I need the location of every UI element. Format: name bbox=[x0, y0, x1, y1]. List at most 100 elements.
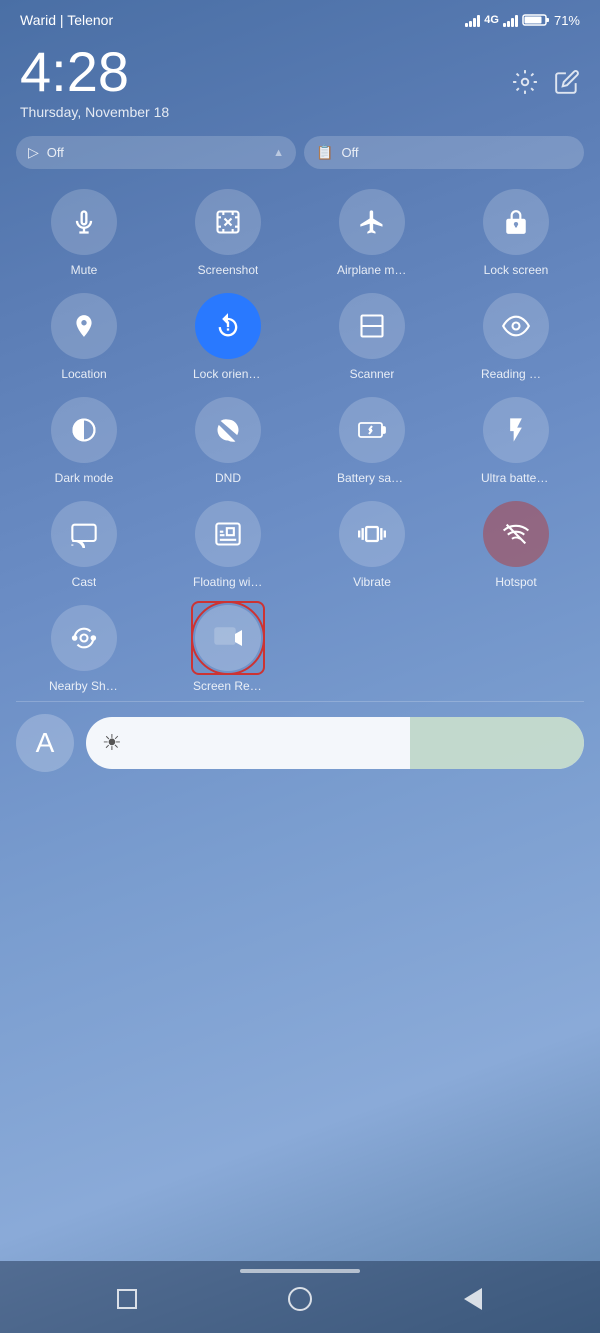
scanner-button[interactable] bbox=[339, 293, 405, 359]
grid-item-readingmode: Reading mode bbox=[448, 293, 584, 381]
bar8 bbox=[515, 15, 518, 27]
scanner-icon bbox=[358, 312, 386, 340]
grid-item-hotspot: Hotspot bbox=[448, 501, 584, 589]
clock-time: 4:28 bbox=[20, 44, 169, 100]
battery-saver-icon bbox=[358, 421, 386, 439]
grid-item-batterysaver: Battery saver bbox=[304, 397, 440, 485]
eye-icon bbox=[502, 312, 530, 340]
grid-item-nearbyshare: Nearby Share bbox=[16, 605, 152, 693]
bar3 bbox=[473, 18, 476, 27]
bar7 bbox=[511, 18, 514, 27]
ultrabattery-label: Ultra battery s bbox=[481, 471, 551, 485]
ultrabattery-button[interactable] bbox=[483, 397, 549, 463]
lightning-icon bbox=[502, 416, 530, 444]
user-avatar[interactable]: A bbox=[16, 714, 74, 772]
lockorientation-label: Lock orientati bbox=[193, 367, 263, 381]
cast-button[interactable] bbox=[51, 501, 117, 567]
bar4 bbox=[477, 15, 480, 27]
grid-item-mute: Mute bbox=[16, 189, 152, 277]
batterysaver-label: Battery saver bbox=[337, 471, 407, 485]
airplane-label: Airplane mode bbox=[337, 263, 407, 277]
dnd-icon bbox=[214, 416, 242, 444]
avatar-letter: A bbox=[36, 727, 55, 759]
grid-item-lockorientation: Lock orientati bbox=[160, 293, 296, 381]
vibrate-icon bbox=[358, 520, 386, 548]
darkmode-button[interactable] bbox=[51, 397, 117, 463]
readingmode-button[interactable] bbox=[483, 293, 549, 359]
brightness-slider[interactable]: ☀ bbox=[86, 717, 584, 769]
clock-right-icons bbox=[512, 69, 580, 95]
mute-label: Mute bbox=[71, 263, 98, 277]
screenshot-button[interactable] bbox=[195, 189, 261, 255]
quick-pill-2[interactable]: 📋 Off bbox=[304, 136, 584, 169]
clock-info: 4:28 Thursday, November 18 bbox=[20, 44, 169, 120]
home-indicator bbox=[240, 1269, 360, 1273]
nav-recents-button[interactable] bbox=[113, 1285, 141, 1313]
lockorientation-button[interactable] bbox=[195, 293, 261, 359]
dnd-label: DND bbox=[215, 471, 241, 485]
recents-square-icon bbox=[117, 1289, 137, 1309]
mute-button[interactable] bbox=[51, 189, 117, 255]
darkmode-label: Dark mode bbox=[55, 471, 114, 485]
quick-pill-1-icon: ▷ bbox=[28, 144, 39, 161]
vibrate-button[interactable] bbox=[339, 501, 405, 567]
grid-item-screenrecord: Screen Recor bbox=[160, 605, 296, 693]
quick-pill-2-icon: 📋 bbox=[316, 144, 333, 161]
readingmode-label: Reading mode bbox=[481, 367, 551, 381]
edit-icon[interactable] bbox=[554, 69, 580, 95]
floating-button[interactable] bbox=[195, 501, 261, 567]
floating-window-icon bbox=[214, 520, 242, 548]
grid-item-location: Location bbox=[16, 293, 152, 381]
bottom-section: A ☀ bbox=[0, 702, 600, 780]
home-circle-icon bbox=[288, 1287, 312, 1311]
dnd-button[interactable] bbox=[195, 397, 261, 463]
clock-date: Thursday, November 18 bbox=[20, 104, 169, 120]
screen-record-icon bbox=[214, 627, 242, 649]
brightness-fill bbox=[410, 717, 584, 769]
cast-icon bbox=[70, 520, 98, 548]
battery-icon bbox=[522, 13, 550, 27]
grid-item-floating: Floating windo bbox=[160, 501, 296, 589]
screenshot-label: Screenshot bbox=[198, 263, 259, 277]
settings-icon[interactable] bbox=[512, 69, 538, 95]
signal-bars-2 bbox=[503, 13, 518, 27]
grid-item-screenshot: Screenshot bbox=[160, 189, 296, 277]
status-icons: 4G 71% bbox=[465, 13, 580, 28]
lockscreen-button[interactable] bbox=[483, 189, 549, 255]
darkmode-icon bbox=[70, 416, 98, 444]
back-triangle-icon bbox=[464, 1288, 482, 1310]
nav-bar bbox=[0, 1261, 600, 1333]
bar1 bbox=[465, 23, 468, 27]
lock-icon bbox=[503, 209, 529, 235]
carrier-text: Warid | Telenor bbox=[20, 12, 113, 28]
quick-pill-2-label: Off bbox=[341, 145, 358, 160]
quick-pill-1[interactable]: ▷ Off ▲ bbox=[16, 136, 296, 169]
airplane-button[interactable] bbox=[339, 189, 405, 255]
grid-item-vibrate: Vibrate bbox=[304, 501, 440, 589]
location-icon bbox=[71, 313, 97, 339]
lockscreen-label: Lock screen bbox=[484, 263, 549, 277]
batterysaver-button[interactable] bbox=[339, 397, 405, 463]
grid-item-airplane: Airplane mode bbox=[304, 189, 440, 277]
signal-bars-1 bbox=[465, 13, 480, 27]
grid-item-darkmode: Dark mode bbox=[16, 397, 152, 485]
grid-item-cast: Cast bbox=[16, 501, 152, 589]
hotspot-label: Hotspot bbox=[495, 575, 536, 589]
grid-item-dnd: DND bbox=[160, 397, 296, 485]
screenrecord-button[interactable] bbox=[195, 605, 261, 671]
nav-home-button[interactable] bbox=[286, 1285, 314, 1313]
quick-settings-grid: Mute Screenshot Airplane mode Lock scree… bbox=[0, 181, 600, 701]
hotspot-button[interactable] bbox=[483, 501, 549, 567]
airplane-icon bbox=[358, 208, 386, 236]
nearbyshare-button[interactable] bbox=[51, 605, 117, 671]
location-button[interactable] bbox=[51, 293, 117, 359]
clock-area: 4:28 Thursday, November 18 bbox=[0, 36, 600, 136]
cast-label: Cast bbox=[72, 575, 97, 589]
nav-back-button[interactable] bbox=[459, 1285, 487, 1313]
nearbyshare-label: Nearby Share bbox=[49, 679, 119, 693]
quick-pill-1-arrow: ▲ bbox=[273, 147, 284, 159]
screenshot-icon bbox=[214, 208, 242, 236]
nav-buttons bbox=[0, 1285, 600, 1313]
vibrate-label: Vibrate bbox=[353, 575, 391, 589]
rotate-lock-icon bbox=[214, 312, 242, 340]
